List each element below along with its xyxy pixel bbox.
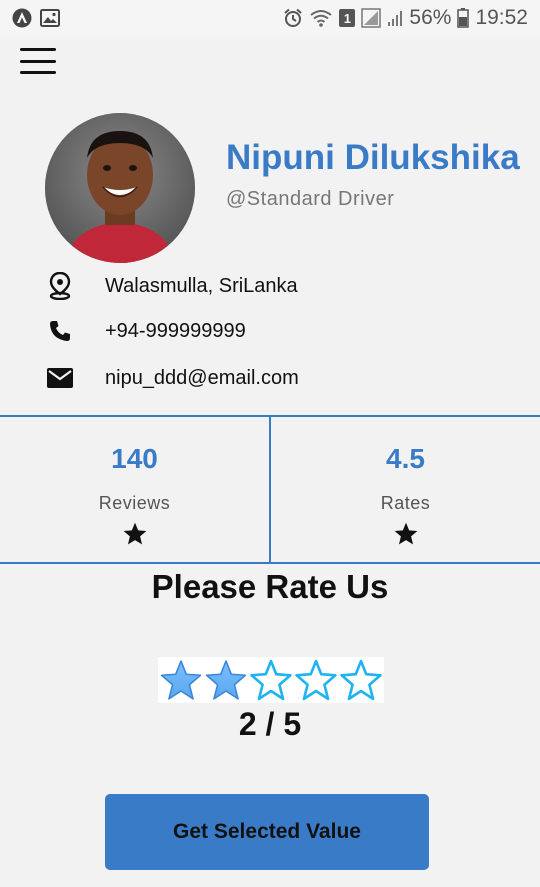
rating-value-text: 2 / 5 <box>238 706 302 742</box>
profile-role: @Standard Driver <box>226 188 395 210</box>
rates-stat: 4.5 Rates <box>269 417 540 562</box>
star-filled-icon[interactable] <box>203 657 248 703</box>
phone-text: +94-999999999 <box>105 319 246 342</box>
rates-value: 4.5 <box>386 443 425 474</box>
sim-badge-icon: 1 <box>339 9 356 27</box>
signal-bars-icon <box>387 9 403 27</box>
battery-icon <box>457 8 470 28</box>
star-outline-icon[interactable] <box>338 657 383 703</box>
hamburger-menu-button[interactable] <box>20 48 56 74</box>
status-bar: 1 56% 19:52 <box>0 0 540 36</box>
menu-line <box>20 59 56 63</box>
menu-line <box>20 71 56 74</box>
star-rating-control[interactable] <box>158 657 384 703</box>
image-notification-icon <box>40 8 60 28</box>
location-row: Walasmulla, SriLanka <box>46 270 298 302</box>
star-outline-icon[interactable] <box>248 657 293 703</box>
reviews-count: 140 <box>111 443 158 474</box>
avatar <box>45 113 195 263</box>
location-pin-icon <box>46 272 74 300</box>
star-icon <box>393 521 419 547</box>
clock: 19:52 <box>475 6 528 29</box>
email-text: nipu_ddd@email.com <box>105 366 299 389</box>
phone-row: +94-999999999 <box>46 315 246 347</box>
star-icon <box>122 521 148 547</box>
alarm-icon <box>283 8 303 28</box>
phone-icon <box>46 317 74 345</box>
rates-label: Rates <box>380 493 431 513</box>
reviews-label: Reviews <box>98 493 171 513</box>
profile-name: Nipuni Dilukshika <box>226 138 520 177</box>
app-notification-icon <box>12 8 32 28</box>
location-text: Walasmulla, SriLanka <box>105 274 298 297</box>
wifi-icon <box>309 8 333 28</box>
signal-icon <box>361 8 382 28</box>
menu-line <box>20 48 56 51</box>
battery-percent: 56% <box>409 6 452 29</box>
star-filled-icon[interactable] <box>158 657 203 703</box>
reviews-stat: 140 Reviews <box>0 417 269 562</box>
email-icon <box>46 364 74 392</box>
rate-us-title: Please Rate Us <box>151 568 389 605</box>
star-outline-icon[interactable] <box>293 657 338 703</box>
stats-panel: 140 Reviews 4.5 Rates <box>0 415 540 564</box>
email-row: nipu_ddd@email.com <box>46 362 299 394</box>
get-selected-value-button[interactable]: Get Selected Value <box>105 794 429 870</box>
